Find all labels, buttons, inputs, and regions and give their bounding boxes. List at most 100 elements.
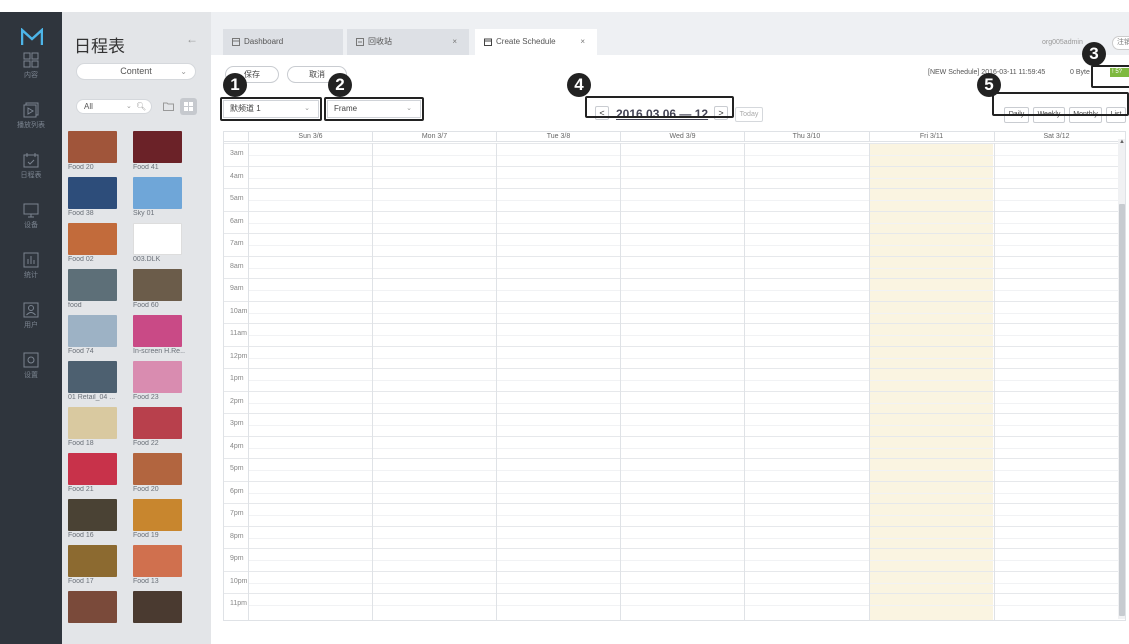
thumbnail-label: Sky 01 bbox=[133, 210, 155, 217]
content-thumbnail[interactable]: Food 13 bbox=[133, 545, 187, 585]
thumbnail-label: In-screen H.Re... bbox=[133, 348, 185, 355]
nav-item-playlist[interactable]: 播放列表 bbox=[0, 102, 62, 150]
content-thumbnail[interactable]: Food 22 bbox=[133, 407, 187, 447]
hour-row[interactable]: 1pm bbox=[224, 368, 1118, 390]
hour-row[interactable]: 6pm bbox=[224, 480, 1118, 503]
half-hour-line bbox=[248, 537, 1118, 539]
hour-row[interactable]: 12pm bbox=[224, 345, 1118, 368]
thumbnail-label: Food 23 bbox=[133, 394, 159, 401]
folder-icon[interactable] bbox=[163, 102, 174, 111]
thumbnail-image bbox=[68, 453, 117, 485]
thumbnail-label: 003.DLK bbox=[133, 256, 161, 263]
content-thumbnail[interactable]: 003.DLK bbox=[133, 223, 187, 263]
callout-badge-5: 5 bbox=[977, 73, 1001, 97]
logout-button[interactable]: 注销 bbox=[1112, 36, 1129, 50]
hour-label: 7pm bbox=[230, 510, 244, 517]
scrollbar-thumb[interactable] bbox=[1119, 204, 1125, 616]
hour-row[interactable]: 10am bbox=[224, 300, 1118, 323]
callout-badge-1: 1 bbox=[223, 73, 247, 97]
content-thumbnail[interactable]: Food 21 bbox=[68, 453, 122, 493]
content-thumbnail[interactable] bbox=[68, 591, 122, 624]
hour-row[interactable]: 5pm bbox=[224, 458, 1118, 480]
hour-row[interactable]: 2pm bbox=[224, 390, 1118, 413]
thumbnail-image bbox=[133, 407, 182, 439]
content-thumbnail[interactable]: Food 74 bbox=[68, 315, 122, 355]
hour-row[interactable]: 8pm bbox=[224, 525, 1118, 548]
content-thumbnail[interactable]: In-screen H.Re... bbox=[133, 315, 187, 355]
content-thumbnail[interactable] bbox=[133, 591, 187, 624]
hour-row[interactable]: 5am bbox=[224, 188, 1118, 210]
content-thumbnail[interactable]: Sky 01 bbox=[133, 177, 187, 217]
callout-badge-3: 3 bbox=[1082, 42, 1106, 66]
content-thumbnail[interactable]: Food 60 bbox=[133, 269, 187, 309]
username[interactable]: org005admin bbox=[1042, 39, 1083, 46]
hour-row[interactable]: 7am bbox=[224, 233, 1118, 255]
hour-row[interactable]: 11pm bbox=[224, 593, 1118, 615]
thumbnail-label: food bbox=[68, 302, 82, 309]
hour-row[interactable]: 9pm bbox=[224, 548, 1118, 570]
content-thumbnail[interactable]: Food 20 bbox=[68, 131, 122, 171]
thumbnail-image bbox=[68, 269, 117, 301]
half-hour-line bbox=[248, 312, 1118, 314]
content-thumbnail[interactable]: food bbox=[68, 269, 122, 309]
nav-item-statistics[interactable]: 统计 bbox=[0, 252, 62, 300]
content-thumbnail[interactable]: 01 Retail_04 ... bbox=[68, 361, 122, 401]
nav-item-user[interactable]: 用户 bbox=[0, 302, 62, 350]
tab-recycle-bin[interactable]: 回收站 × bbox=[347, 29, 469, 55]
hour-row[interactable]: 3am bbox=[224, 143, 1118, 165]
tab-dashboard[interactable]: Dashboard bbox=[223, 29, 343, 55]
half-hour-line bbox=[248, 177, 1118, 179]
panel-title: 日程表 bbox=[74, 37, 125, 56]
close-icon[interactable]: × bbox=[452, 29, 457, 55]
search-icon[interactable]: 🔍︎ bbox=[136, 100, 146, 113]
hour-row[interactable]: 3pm bbox=[224, 413, 1118, 435]
today-button[interactable]: Today bbox=[735, 107, 763, 122]
tab-label: Create Schedule bbox=[496, 37, 556, 46]
content-thumbnail[interactable]: Food 16 bbox=[68, 499, 122, 539]
hour-label: 10pm bbox=[230, 577, 248, 585]
content-thumbnail[interactable]: Food 17 bbox=[68, 545, 122, 585]
content-panel: 日程表 ← Content ⌄ All ⌄ 🔍︎ Food 20 Food 41 F… bbox=[62, 12, 211, 644]
tab-create-schedule[interactable]: Create Schedule × bbox=[475, 29, 597, 55]
hour-row[interactable]: 4am bbox=[224, 165, 1118, 188]
content-thumbnail[interactable]: Food 20 bbox=[133, 453, 187, 493]
content-thumbnail[interactable]: Food 02 bbox=[68, 223, 122, 263]
half-hour-line bbox=[248, 335, 1118, 336]
nav-item-schedule[interactable]: 日程表 bbox=[0, 152, 62, 200]
nav-item-content[interactable]: 内容 bbox=[0, 52, 62, 100]
content-type-select[interactable]: Content ⌄ bbox=[76, 63, 196, 80]
content-thumbnail[interactable]: Food 18 bbox=[68, 407, 122, 447]
nav-item-settings[interactable]: 设置 bbox=[0, 352, 62, 400]
device-monitor-icon bbox=[23, 203, 39, 218]
hour-row[interactable]: 10pm bbox=[224, 570, 1118, 593]
hour-row[interactable]: 8am bbox=[224, 255, 1118, 278]
hour-row[interactable]: 6am bbox=[224, 210, 1118, 233]
content-thumbnail[interactable]: Food 41 bbox=[133, 131, 187, 171]
thumbnail-label: Food 20 bbox=[133, 486, 159, 493]
hour-row[interactable]: 7pm bbox=[224, 503, 1118, 525]
callout-3-frame bbox=[1091, 65, 1129, 88]
hour-row[interactable]: 4pm bbox=[224, 435, 1118, 458]
half-hour-line bbox=[248, 267, 1118, 269]
scroll-up-icon[interactable]: ▲ bbox=[1119, 139, 1125, 145]
hour-row[interactable]: 9am bbox=[224, 278, 1118, 300]
hour-label: 11pm bbox=[230, 600, 247, 607]
callout-2-frame bbox=[324, 97, 424, 121]
close-icon[interactable]: × bbox=[580, 29, 585, 55]
day-column-divider bbox=[620, 143, 621, 620]
calendar-scrollbar[interactable] bbox=[1118, 139, 1125, 619]
collapse-arrow-icon[interactable]: ← bbox=[186, 32, 198, 46]
grid-view-toggle[interactable] bbox=[180, 98, 197, 115]
content-thumbnail[interactable]: Food 38 bbox=[68, 177, 122, 217]
thumbnail-image bbox=[68, 499, 117, 531]
content-thumbnail[interactable]: Food 23 bbox=[133, 361, 187, 401]
content-thumbnail[interactable]: Food 19 bbox=[133, 499, 187, 539]
tab-label: Dashboard bbox=[244, 37, 284, 46]
half-hour-line bbox=[248, 155, 1118, 156]
hour-label: 10am bbox=[230, 307, 248, 315]
filter-select[interactable]: All ⌄ 🔍︎ bbox=[76, 99, 152, 114]
nav-item-device[interactable]: 设备 bbox=[0, 202, 62, 250]
half-hour-line bbox=[248, 470, 1118, 471]
chevron-down-icon: ⌄ bbox=[180, 67, 187, 76]
hour-row[interactable]: 11am bbox=[224, 323, 1118, 345]
